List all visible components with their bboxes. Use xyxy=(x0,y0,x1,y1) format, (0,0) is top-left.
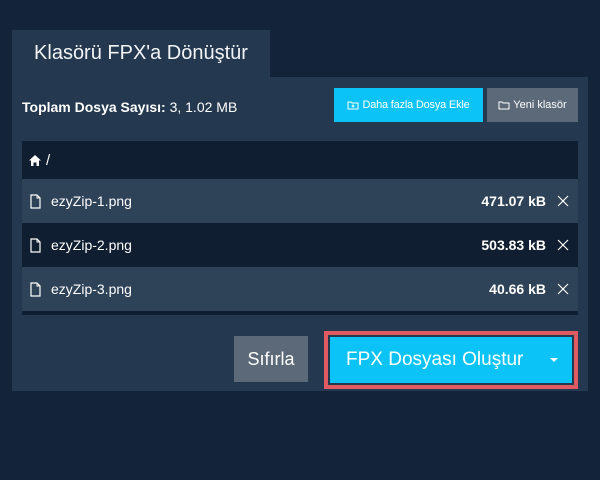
file-icon xyxy=(30,281,41,297)
add-more-files-button[interactable]: Daha fazla Dosya Ekle xyxy=(334,88,483,122)
file-row: ezyZip-1.png 471.07 kB xyxy=(22,179,578,223)
caret-down-icon[interactable] xyxy=(550,358,558,362)
file-size: 471.07 kB xyxy=(481,193,546,209)
home-icon[interactable] xyxy=(28,154,42,167)
file-name: ezyZip-3.png xyxy=(51,281,132,297)
close-icon[interactable] xyxy=(556,282,570,296)
new-folder-label: Yeni klasör xyxy=(513,99,567,111)
file-icon xyxy=(30,237,41,253)
convert-button-highlight: FPX Dosyası Oluştur xyxy=(324,331,578,389)
file-name: ezyZip-2.png xyxy=(51,237,132,253)
tab-title-label: Klasörü FPX'a Dönüştür xyxy=(34,42,248,64)
add-more-files-label: Daha fazla Dosya Ekle xyxy=(362,99,470,111)
file-row: ezyZip-2.png 503.83 kB xyxy=(22,223,578,267)
close-icon[interactable] xyxy=(556,194,570,208)
file-size: 40.66 kB xyxy=(489,281,546,297)
create-fpx-button[interactable]: FPX Dosyası Oluştur xyxy=(330,337,572,383)
folder-add-icon xyxy=(347,101,359,110)
breadcrumb-path: / xyxy=(46,151,51,169)
file-size: 503.83 kB xyxy=(481,237,546,253)
file-count-label: Toplam Dosya Sayısı: xyxy=(22,99,166,115)
tab-title: Klasörü FPX'a Dönüştür xyxy=(12,30,270,77)
converter-panel: Toplam Dosya Sayısı: 3, 1.02 MB Daha faz… xyxy=(12,77,588,391)
file-list: / ezyZip-1.png 471.07 kB ezyZip-2.png 50… xyxy=(22,141,578,315)
new-folder-button[interactable]: Yeni klasör xyxy=(487,88,578,122)
file-icon xyxy=(30,193,41,209)
file-name: ezyZip-1.png xyxy=(51,193,132,209)
create-fpx-label: FPX Dosyası Oluştur xyxy=(346,349,524,370)
folder-icon xyxy=(498,101,510,110)
close-icon[interactable] xyxy=(556,238,570,252)
file-count-value: 3, 1.02 MB xyxy=(169,99,238,115)
file-summary: Toplam Dosya Sayısı: 3, 1.02 MB xyxy=(22,99,237,115)
breadcrumb: / xyxy=(22,141,578,179)
file-row: ezyZip-3.png 40.66 kB xyxy=(22,267,578,311)
reset-button-label: Sıfırla xyxy=(247,348,295,369)
reset-button[interactable]: Sıfırla xyxy=(234,336,308,382)
